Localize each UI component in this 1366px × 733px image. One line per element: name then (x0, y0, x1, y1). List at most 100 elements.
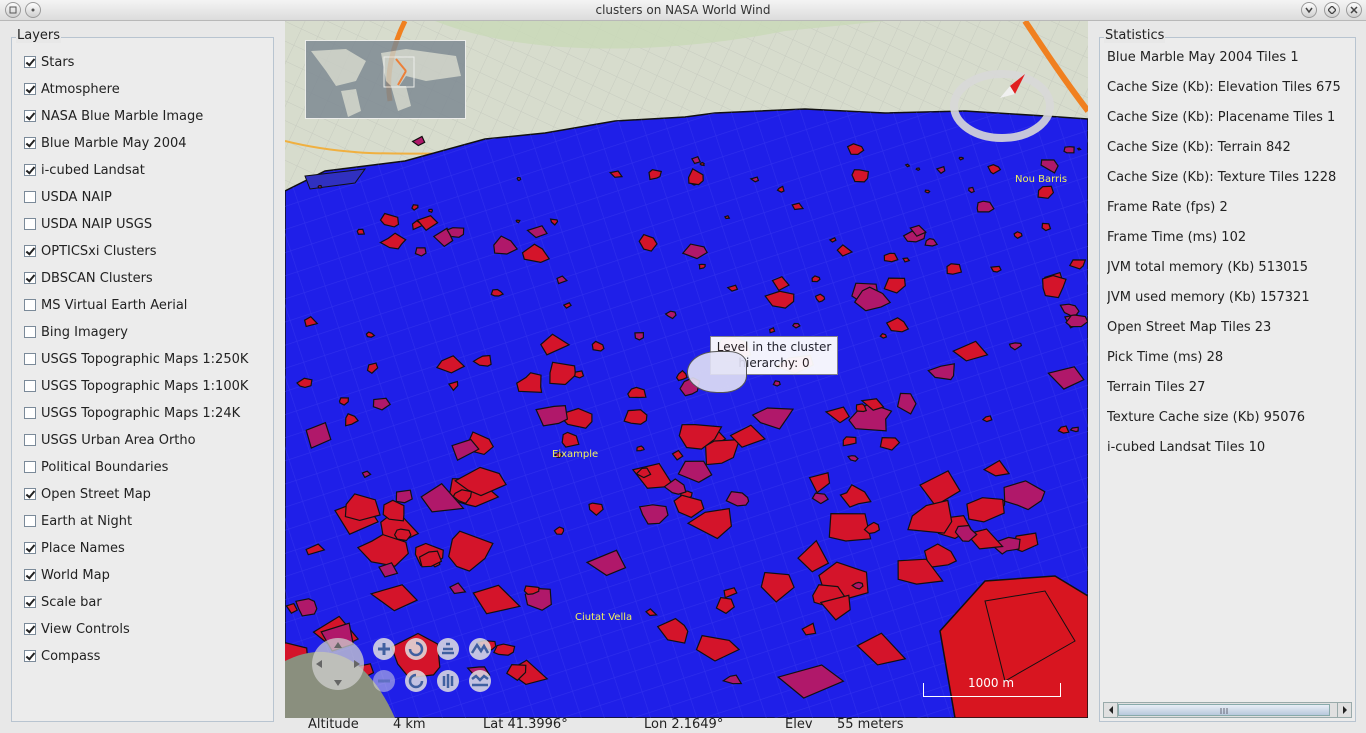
cluster-polygon[interactable] (769, 326, 776, 334)
layer-item[interactable]: Bing Imagery (24, 322, 128, 342)
cluster-polygon[interactable] (902, 257, 911, 263)
layer-checkbox[interactable] (24, 623, 36, 635)
layer-checkbox[interactable] (24, 542, 36, 554)
layer-checkbox[interactable] (24, 461, 36, 473)
cluster-polygon[interactable] (515, 219, 521, 224)
layer-checkbox[interactable] (24, 137, 36, 149)
layer-item[interactable]: DBSCAN Clusters (24, 268, 153, 288)
layer-checkbox[interactable] (24, 407, 36, 419)
tilt-down-icon[interactable] (437, 670, 459, 692)
cluster-polygon[interactable] (623, 409, 648, 425)
cluster-polygon[interactable] (958, 156, 965, 161)
layer-item[interactable]: Political Boundaries (24, 457, 168, 477)
layer-item[interactable]: USGS Topographic Maps 1:250K (24, 349, 248, 369)
layer-checkbox[interactable] (24, 380, 36, 392)
layer-checkbox[interactable] (24, 353, 36, 365)
layer-item[interactable]: Compass (24, 646, 100, 666)
cluster-polygon[interactable] (828, 512, 872, 542)
layer-item[interactable]: Open Street Map (24, 484, 151, 504)
layer-checkbox[interactable] (24, 569, 36, 581)
exaggerate-down-icon[interactable] (469, 670, 491, 692)
maximize-button[interactable] (1324, 2, 1340, 18)
cluster-polygon[interactable] (811, 275, 821, 283)
layer-checkbox[interactable] (24, 434, 36, 446)
layer-checkbox[interactable] (24, 110, 36, 122)
compass[interactable] (950, 66, 1055, 146)
layer-checkbox[interactable] (24, 272, 36, 284)
layer-checkbox[interactable] (24, 596, 36, 608)
elevation-value: 55 meters (837, 717, 904, 732)
scroll-thumb[interactable] (1118, 704, 1330, 716)
cluster-polygon[interactable] (723, 214, 731, 220)
layer-item[interactable]: i-cubed Landsat (24, 160, 145, 180)
cluster-polygon[interactable] (516, 176, 522, 182)
layer-item[interactable]: USGS Topographic Maps 1:100K (24, 376, 248, 396)
layer-checkbox[interactable] (24, 83, 36, 95)
cluster-polygon[interactable] (317, 184, 323, 189)
cluster-polygon[interactable] (393, 528, 412, 542)
cluster-polygon[interactable] (698, 263, 706, 270)
layer-checkbox[interactable] (24, 299, 36, 311)
globe-map-view[interactable]: Level in the cluster hierarchy: 0 Nou Ba… (285, 21, 1088, 718)
cluster-polygon[interactable] (356, 228, 366, 235)
layer-item[interactable]: World Map (24, 565, 110, 585)
cluster-polygon[interactable] (634, 331, 644, 341)
tilt-up-icon[interactable] (437, 638, 459, 660)
layer-item[interactable]: Blue Marble May 2004 (24, 133, 187, 153)
cluster-polygon[interactable] (1076, 147, 1082, 151)
layer-checkbox[interactable] (24, 164, 36, 176)
cluster-polygon[interactable] (699, 161, 705, 167)
cluster-polygon[interactable] (1069, 426, 1079, 433)
scroll-right-button[interactable] (1337, 703, 1351, 717)
layer-checkbox[interactable] (24, 56, 36, 68)
cluster-polygon[interactable] (851, 169, 870, 183)
rotate-right-icon[interactable] (405, 670, 427, 692)
layer-item[interactable]: USDA NAIP USGS (24, 214, 152, 234)
layer-item[interactable]: Scale bar (24, 592, 102, 612)
close-button[interactable] (1346, 2, 1362, 18)
statistics-panel-title: Statistics (1104, 28, 1166, 43)
layer-item[interactable]: MS Virtual Earth Aerial (24, 295, 187, 315)
layer-item[interactable]: Stars (24, 52, 74, 72)
cluster-polygon[interactable] (1063, 146, 1075, 154)
statistic-item: JVM used memory (Kb) 157321 (1107, 290, 1310, 305)
statistics-horizontal-scrollbar[interactable] (1103, 702, 1352, 718)
layer-item[interactable]: USGS Topographic Maps 1:24K (24, 403, 240, 423)
cluster-polygon[interactable] (574, 370, 585, 379)
layer-item[interactable]: NASA Blue Marble Image (24, 106, 203, 126)
layer-item[interactable]: Atmosphere (24, 79, 120, 99)
zoom-in-icon[interactable] (373, 638, 395, 660)
cluster-polygon[interactable] (772, 380, 781, 387)
layer-checkbox[interactable] (24, 218, 36, 230)
cluster-polygon[interactable] (924, 189, 931, 194)
layer-checkbox[interactable] (24, 488, 36, 500)
cluster-polygon[interactable] (915, 167, 921, 171)
layer-checkbox[interactable] (24, 326, 36, 338)
world-map-inset[interactable] (305, 40, 466, 119)
scroll-left-button[interactable] (1104, 703, 1118, 717)
cluster-polygon[interactable] (395, 489, 413, 504)
altitude-value: 4 km (393, 717, 426, 732)
cluster-polygon[interactable] (904, 163, 911, 168)
cluster-polygon[interactable] (946, 263, 963, 275)
layer-checkbox[interactable] (24, 515, 36, 527)
highlighted-cluster[interactable] (687, 351, 747, 393)
altitude-label: Altitude (308, 717, 359, 732)
cluster-polygon[interactable] (883, 252, 899, 263)
layer-item[interactable]: Earth at Night (24, 511, 132, 531)
cluster-polygon[interactable] (414, 247, 427, 257)
minimize-button[interactable] (1301, 2, 1317, 18)
layer-item[interactable]: Place Names (24, 538, 125, 558)
layer-item[interactable]: OPTICSxi Clusters (24, 241, 157, 261)
layer-checkbox[interactable] (24, 650, 36, 662)
layer-item[interactable]: View Controls (24, 619, 130, 639)
exaggerate-up-icon[interactable] (469, 638, 491, 660)
cluster-polygon[interactable] (428, 208, 434, 214)
layer-label: MS Virtual Earth Aerial (41, 297, 188, 313)
zoom-out-icon[interactable] (373, 670, 395, 692)
layer-item[interactable]: USDA NAIP (24, 187, 112, 207)
layer-checkbox[interactable] (24, 191, 36, 203)
layer-item[interactable]: USGS Urban Area Ortho (24, 430, 196, 450)
rotate-left-icon[interactable] (405, 638, 427, 660)
layer-checkbox[interactable] (24, 245, 36, 257)
